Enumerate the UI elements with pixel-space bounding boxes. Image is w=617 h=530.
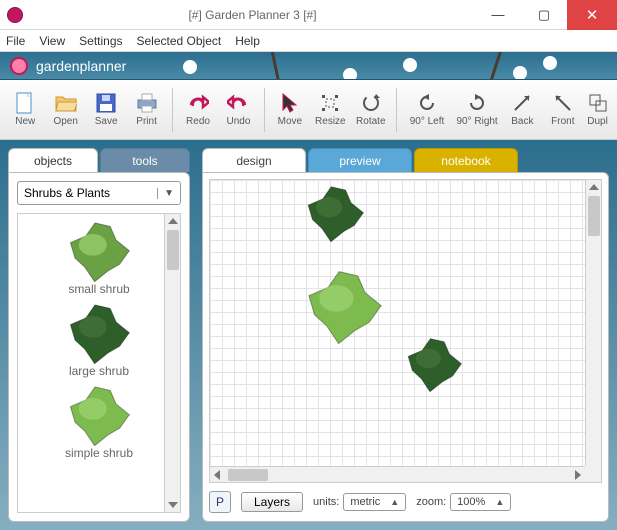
canvas-shrub[interactable]	[406, 336, 462, 392]
workspace: objects tools Shrubs & Plants ▼ small sh…	[0, 140, 617, 530]
minimize-button[interactable]: —	[475, 0, 521, 30]
duplicate-icon	[587, 92, 609, 114]
rotate-left-button[interactable]: 90° Left	[403, 92, 451, 127]
resize-icon	[319, 92, 341, 114]
folder-icon	[55, 92, 77, 114]
menu-settings[interactable]: Settings	[79, 34, 122, 48]
resize-button[interactable]: Resize	[311, 92, 349, 127]
rotate-right-icon	[466, 92, 488, 114]
units-label: units:	[313, 496, 339, 508]
window-title: [#] Garden Planner 3 [#]	[30, 8, 475, 22]
redo-icon	[187, 92, 209, 114]
menu-file[interactable]: File	[6, 34, 25, 48]
tab-notebook[interactable]: notebook	[414, 148, 518, 172]
print-button[interactable]: Print	[127, 92, 165, 127]
left-panel: objects tools Shrubs & Plants ▼ small sh…	[8, 148, 190, 522]
menu-bar: File View Settings Selected Object Help	[0, 30, 617, 52]
objects-scrollbar[interactable]	[164, 214, 180, 512]
rotate-left-icon	[416, 92, 438, 114]
duplicate-button[interactable]: Dupl	[584, 92, 611, 127]
zoom-field: zoom: 100%▲	[416, 493, 511, 511]
palette-item-label: small shrub	[68, 282, 129, 296]
save-button[interactable]: Save	[87, 92, 125, 127]
menu-help[interactable]: Help	[235, 34, 260, 48]
palette-item[interactable]: small shrub	[24, 220, 174, 296]
zoom-select[interactable]: 100%▲	[450, 493, 511, 511]
toolbar: New Open Save Print Redo Undo Move Resiz…	[0, 80, 617, 140]
canvas-shrub[interactable]	[306, 184, 364, 242]
tab-preview[interactable]: preview	[308, 148, 412, 172]
maximize-button[interactable]: ▢	[521, 0, 567, 30]
window-buttons: — ▢ ✕	[475, 0, 617, 30]
undo-icon	[227, 92, 249, 114]
undo-button[interactable]: Undo	[219, 92, 257, 127]
new-button[interactable]: New	[6, 92, 44, 127]
canvas-shrub[interactable]	[306, 268, 382, 344]
canvas-wrap: P Layers units: metric▲ zoom: 100%▲	[202, 172, 609, 522]
layers-button[interactable]: Layers	[241, 492, 303, 512]
canvas-scrollbar-v[interactable]	[585, 180, 601, 482]
rotate-icon	[360, 92, 382, 114]
front-button[interactable]: Front	[544, 92, 582, 127]
send-back-icon	[511, 92, 533, 114]
left-tabs: objects tools	[8, 148, 190, 172]
canvas-bottom-bar: P Layers units: metric▲ zoom: 100%▲	[209, 489, 602, 515]
units-select[interactable]: metric▲	[343, 493, 406, 511]
zoom-label: zoom:	[416, 496, 446, 508]
redo-button[interactable]: Redo	[179, 92, 217, 127]
printer-icon	[136, 92, 158, 114]
menu-selected-object[interactable]: Selected Object	[137, 34, 222, 48]
right-panel: design preview notebook P Layers units: …	[202, 148, 609, 522]
brand-flower-icon	[10, 57, 28, 75]
category-value: Shrubs & Plants	[24, 186, 110, 200]
floppy-icon	[95, 92, 117, 114]
palette-item[interactable]: simple shrub	[24, 384, 174, 460]
tab-objects[interactable]: objects	[8, 148, 98, 172]
category-dropdown[interactable]: Shrubs & Plants ▼	[17, 181, 181, 205]
chevron-down-icon: ▼	[157, 188, 174, 199]
canvas-scrollbar-h[interactable]	[210, 466, 585, 482]
design-canvas[interactable]	[209, 179, 602, 483]
palette-item-label: large shrub	[69, 364, 129, 378]
rotate-right-button[interactable]: 90° Right	[453, 92, 501, 127]
cursor-icon	[279, 92, 301, 114]
bring-front-icon	[552, 92, 574, 114]
palette-item-label: simple shrub	[65, 446, 133, 460]
close-button[interactable]: ✕	[567, 0, 617, 30]
properties-button[interactable]: P	[209, 491, 231, 513]
title-bar: [#] Garden Planner 3 [#] — ▢ ✕	[0, 0, 617, 30]
tab-design[interactable]: design	[202, 148, 306, 172]
objects-panel: Shrubs & Plants ▼ small shrub large shru…	[8, 172, 190, 522]
app-icon	[0, 0, 30, 30]
palette-item[interactable]: large shrub	[24, 302, 174, 378]
open-button[interactable]: Open	[46, 92, 84, 127]
brand-strip: gardenplanner	[0, 52, 617, 80]
back-button[interactable]: Back	[503, 92, 541, 127]
rotate-button[interactable]: Rotate	[352, 92, 390, 127]
brand-text: gardenplanner	[36, 58, 126, 74]
canvas-tabs: design preview notebook	[202, 148, 609, 172]
tab-tools[interactable]: tools	[100, 148, 190, 172]
objects-list: small shrub large shrub simple shrub	[17, 213, 181, 513]
move-button[interactable]: Move	[271, 92, 309, 127]
page-icon	[14, 92, 36, 114]
units-field: units: metric▲	[313, 493, 406, 511]
menu-view[interactable]: View	[39, 34, 65, 48]
